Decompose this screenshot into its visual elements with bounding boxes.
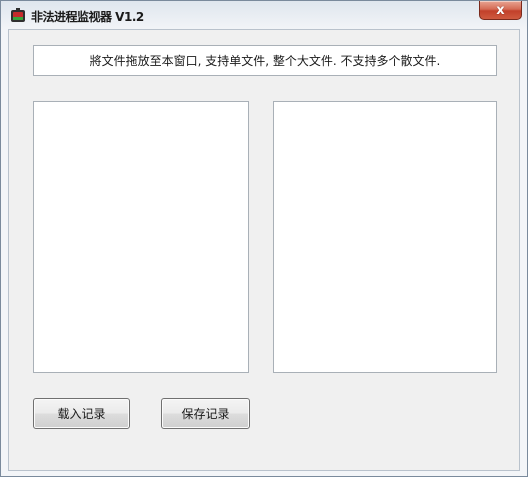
client-area: 將文件拖放至本窗口, 支持单文件, 整个大文件. 不支持多个散文件. 载入记录 …: [8, 29, 520, 471]
drop-instruction-label: 將文件拖放至本窗口, 支持单文件, 整个大文件. 不支持多个散文件.: [33, 45, 497, 76]
window-title: 非法进程监视器 V1.2: [31, 10, 144, 24]
app-icon: [10, 7, 26, 23]
title-bar[interactable]: 非法进程监视器 V1.2 x: [1, 1, 527, 29]
app-window: 非法进程监视器 V1.2 x 將文件拖放至本窗口, 支持单文件, 整个大文件. …: [0, 0, 528, 477]
load-records-button[interactable]: 载入记录: [33, 398, 130, 429]
close-button[interactable]: x: [479, 1, 522, 20]
left-text-pane[interactable]: [33, 101, 249, 373]
close-icon: x: [496, 2, 505, 18]
right-text-pane[interactable]: [273, 101, 497, 373]
save-records-button[interactable]: 保存记录: [161, 398, 250, 429]
